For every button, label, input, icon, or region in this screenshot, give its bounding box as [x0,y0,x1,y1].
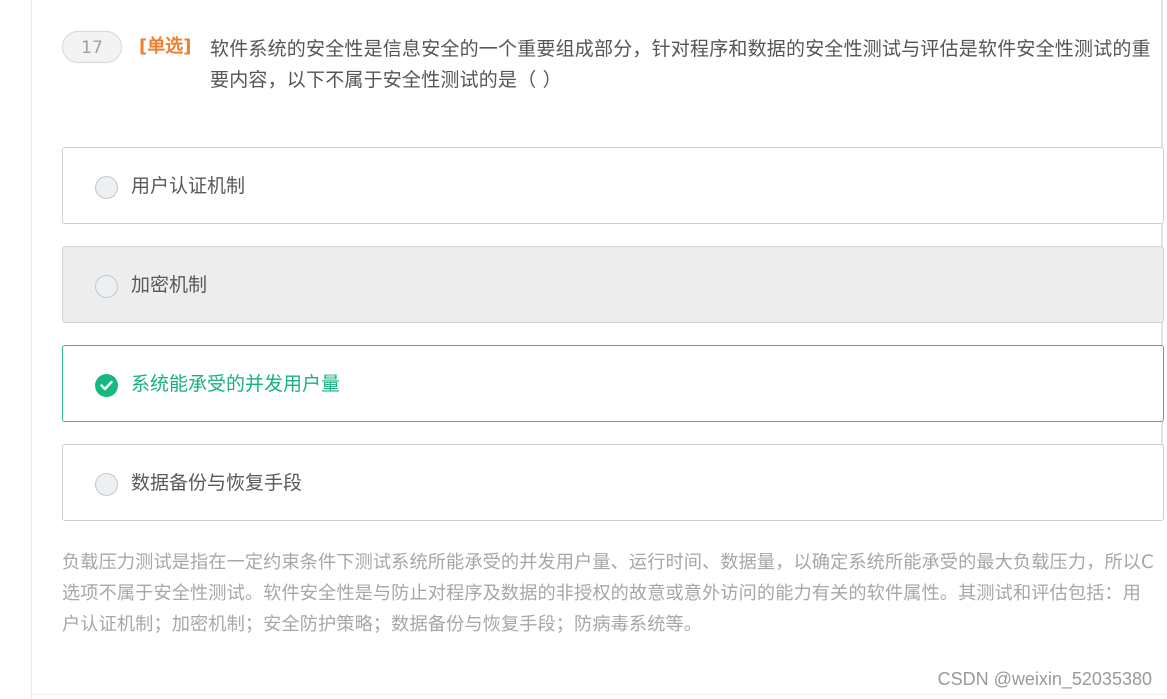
checkmark-icon [100,380,113,391]
question-number-badge: 17 [62,31,122,63]
question-text: 软件系统的安全性是信息安全的一个重要组成部分，针对程序和数据的安全性测试与评估是… [210,38,1151,91]
bottom-divider [32,694,1167,695]
option-c[interactable]: 系统能承受的并发用户量 [62,345,1164,422]
option-c-label: 系统能承受的并发用户量 [131,373,341,395]
watermark: CSDN @weixin_52035380 [937,669,1152,689]
option-b[interactable]: 加密机制 [62,246,1164,323]
question-page: 17 [单选] 软件系统的安全性是信息安全的一个重要组成部分，针对程序和数据的安… [0,0,1167,699]
option-d-label: 数据备份与恢复手段 [131,472,303,494]
option-a-label: 用户认证机制 [131,175,246,197]
radio-circle-icon[interactable] [95,275,118,298]
option-a[interactable]: 用户认证机制 [62,147,1164,224]
answer-explanation: 负载压力测试是指在一定约束条件下测试系统所能承受的并发用户量、运行时间、数据量，… [62,552,1154,635]
radio-circle-icon[interactable] [95,176,118,199]
option-d[interactable]: 数据备份与恢复手段 [62,444,1164,521]
check-circle-icon[interactable] [95,374,118,397]
radio-circle-icon[interactable] [95,473,118,496]
left-divider [31,0,32,699]
option-b-label: 加密机制 [131,274,208,296]
question-type-label: [单选] [139,36,192,57]
